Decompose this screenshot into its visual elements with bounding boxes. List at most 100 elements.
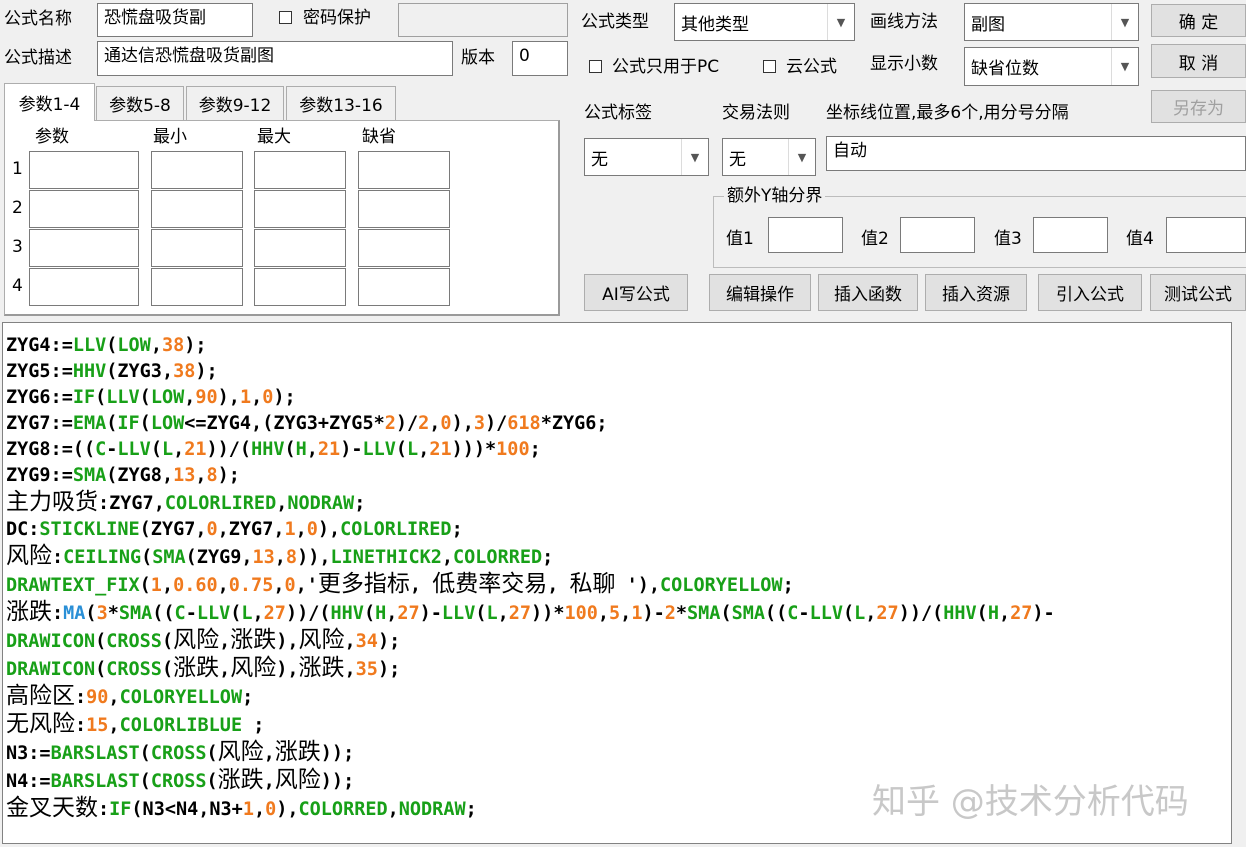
param-max-input[interactable] [254,190,346,228]
y-value-3-input[interactable] [1033,217,1108,253]
draw-method-value: 副图 [971,14,1005,35]
code-line[interactable]: N4:=BARSLAST(CROSS(涨跌,风险)); [6,767,354,793]
decimals-value: 缺省位数 [971,59,1039,79]
param-name-input[interactable] [29,151,139,189]
chevron-down-icon[interactable]: ▼ [681,139,708,175]
code-line[interactable]: ZYG7:=EMA(IF(LOW<=ZYG4,(ZYG3+ZYG5*2)/2,0… [6,413,608,434]
password-label: 密码保护 [303,8,371,28]
code-line[interactable]: DRAWICON(CROSS(风险,涨跌),风险,34); [6,627,400,653]
code-line[interactable]: ZYG6:=IF(LLV(LOW,90),1,0); [6,387,296,408]
param-row-number: 3 [12,237,23,257]
chevron-down-icon[interactable]: ▼ [1111,48,1138,85]
cloud-formula-checkbox[interactable] [763,60,776,73]
code-line[interactable]: 风险:CEILING(SMA(ZYG9,13,8)),LINETHICK2,CO… [6,543,553,569]
trade-rule-select[interactable]: 无 ▼ [722,138,816,176]
code-text[interactable]: ZYG4:=LLV(LOW,38); ZYG5:=HHV(ZYG3,38); Z… [3,323,1231,823]
code-line[interactable]: DC:STICKLINE(ZYG7,0,ZYG7,1,0),COLORLIRED… [6,519,463,540]
insert-function-button[interactable]: 插入函数 [818,274,918,311]
password-checkbox[interactable] [279,11,292,24]
param-name-input[interactable] [29,229,139,267]
param-default-input[interactable] [358,229,450,267]
param-max-input[interactable] [254,151,346,189]
decimals-label: 显示小数 [870,54,938,74]
version-input[interactable]: 0 [512,41,568,76]
y-value-4-label: 值4 [1126,229,1154,249]
save-as-button[interactable]: 另存为 [1151,90,1246,123]
formula-tag-label: 公式标签 [584,103,652,123]
formula-desc-label: 公式描述 [4,48,72,68]
code-editor[interactable]: ZYG4:=LLV(LOW,38); ZYG5:=HHV(ZYG3,38); Z… [2,322,1232,844]
tab-params-13-16[interactable]: 参数13-16 [286,86,396,120]
param-min-input[interactable] [151,151,243,189]
code-line[interactable]: 主力吸货:ZYG7,COLORLIRED,NODRAW; [6,489,365,515]
tab-params-5-8[interactable]: 参数5-8 [96,86,184,120]
code-line[interactable]: 高险区:90,COLORYELLOW; [6,683,253,709]
formula-tag-value: 无 [591,149,608,170]
y-value-1-input[interactable] [768,217,843,253]
draw-method-label: 画线方法 [870,12,938,32]
import-formula-button[interactable]: 引入公式 [1038,274,1142,311]
watermark: 知乎 @技术分析代码 [872,782,1189,822]
param-min-input[interactable] [151,190,243,228]
param-name-input[interactable] [29,190,139,228]
code-line[interactable]: 无风险:15,COLORLIBLUE ; [6,711,264,737]
formula-type-label: 公式类型 [581,12,649,32]
param-default-input[interactable] [358,190,450,228]
y-value-4-input[interactable] [1166,217,1246,253]
test-formula-button[interactable]: 测试公式 [1150,274,1246,311]
decimals-select[interactable]: 缺省位数 ▼ [964,47,1139,86]
code-line[interactable]: 金叉天数:IF(N3<N4,N3+1,0),COLORRED,NODRAW; [6,795,477,821]
coord-line-label: 坐标线位置,最多6个,用分号分隔 [826,103,1069,123]
param-row-number: 1 [12,159,23,179]
ok-button[interactable]: 确 定 [1151,4,1246,37]
min-col-header: 最小 [153,127,187,147]
y-value-3-label: 值3 [994,229,1022,249]
formula-desc-input[interactable]: 通达信恐慌盘吸货副图 [97,41,453,76]
code-line[interactable]: ZYG4:=LLV(LOW,38); [6,335,207,356]
pc-only-label: 公式只用于PC [612,57,720,77]
code-line[interactable]: DRAWTEXT_FIX(1,0.60,0.75,0,'更多指标, 低费率交易,… [6,571,794,597]
code-line[interactable]: 涨跌:MA(3*SMA((C-LLV(L,27))/(HHV(H,27)-LLV… [6,599,1055,625]
cancel-button[interactable]: 取 消 [1151,44,1246,78]
formula-type-select[interactable]: 其他类型 ▼ [674,3,855,41]
y-value-2-input[interactable] [900,217,975,253]
params-panel: 参数 最小 最大 缺省 1 2 3 4 [4,120,560,316]
code-line[interactable]: N3:=BARSLAST(CROSS(风险,涨跌)); [6,739,354,765]
ai-write-button[interactable]: AI写公式 [584,274,688,311]
chevron-down-icon[interactable]: ▼ [788,139,815,175]
tab-params-9-12[interactable]: 参数9-12 [186,86,284,120]
pc-only-checkbox[interactable] [589,60,602,73]
cloud-formula-label: 云公式 [786,57,837,77]
y-value-1-label: 值1 [726,229,754,249]
code-line[interactable]: ZYG9:=SMA(ZYG8,13,8); [6,465,240,486]
param-min-input[interactable] [151,268,243,306]
insert-resource-button[interactable]: 插入资源 [925,274,1027,311]
formula-type-value: 其他类型 [681,14,749,35]
formula-tag-select[interactable]: 无 ▼ [584,138,709,176]
edit-ops-button[interactable]: 编辑操作 [709,274,811,311]
editor-scrollbar[interactable] [1233,322,1246,844]
tab-params-1-4[interactable]: 参数1-4 [4,83,95,121]
formula-name-label: 公式名称 [4,9,72,29]
param-min-input[interactable] [151,229,243,267]
extra-y-axis-title: 额外Y轴分界 [724,186,826,206]
max-col-header: 最大 [257,127,291,147]
version-label: 版本 [461,48,495,68]
coord-line-input[interactable]: 自动 [826,136,1246,171]
param-row-number: 4 [12,276,23,296]
param-max-input[interactable] [254,229,346,267]
param-default-input[interactable] [358,268,450,306]
param-name-input[interactable] [29,268,139,306]
code-line[interactable]: DRAWICON(CROSS(涨跌,风险),涨跌,35); [6,655,400,681]
code-line[interactable]: ZYG5:=HHV(ZYG3,38); [6,361,218,382]
draw-method-select[interactable]: 副图 ▼ [964,3,1139,41]
chevron-down-icon[interactable]: ▼ [827,4,854,40]
param-max-input[interactable] [254,268,346,306]
code-line[interactable]: ZYG8:=((C-LLV(L,21))/(HHV(H,21)-LLV(L,21… [6,439,541,460]
trade-rule-label: 交易法则 [722,103,790,123]
formula-name-input[interactable]: 恐慌盘吸货副 [97,3,253,37]
param-row-number: 2 [12,198,23,218]
chevron-down-icon[interactable]: ▼ [1111,4,1138,40]
trade-rule-value: 无 [729,149,746,170]
param-default-input[interactable] [358,151,450,189]
